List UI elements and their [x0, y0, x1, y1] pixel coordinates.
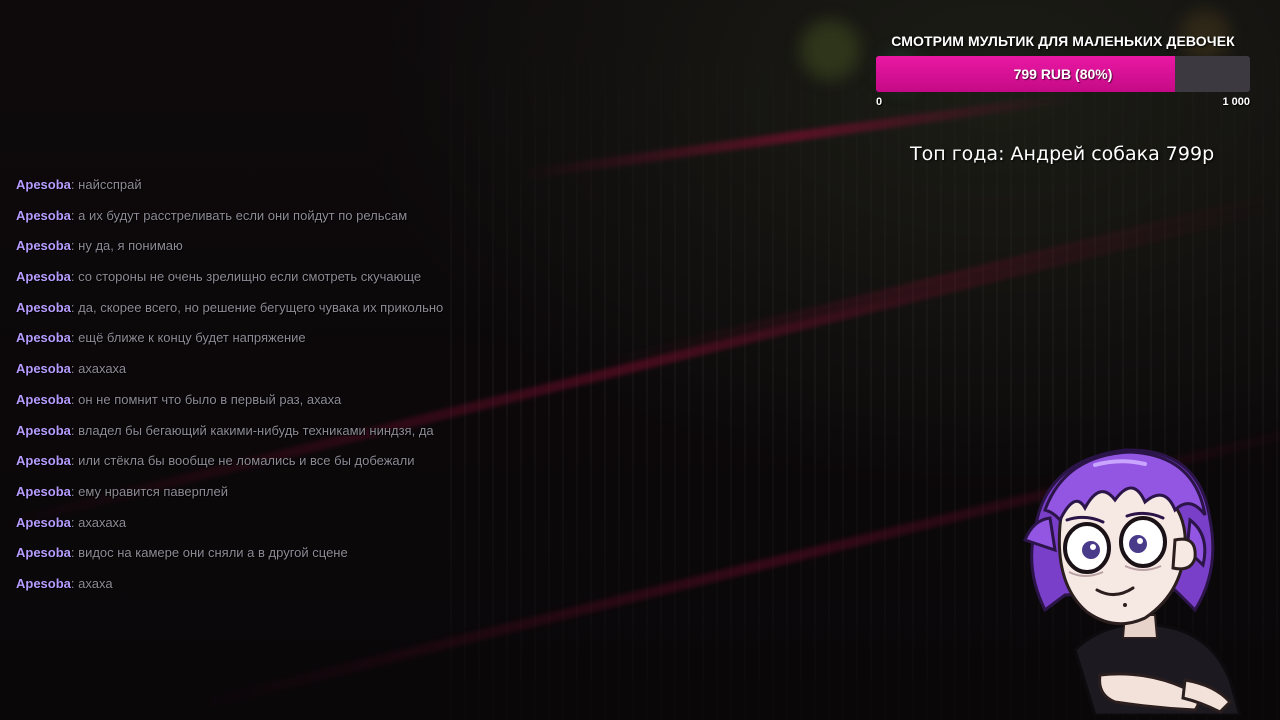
chat-feed: Apesoba: найсспрай Apesoba: а их будут ра…: [16, 174, 556, 604]
chat-message: Apesoba: ему нравится паверплей: [16, 481, 556, 512]
chat-username[interactable]: Apesoba: [16, 177, 71, 192]
chat-message: Apesoba: или стёкла бы вообще не ломалис…: [16, 450, 556, 481]
chat-message: Apesoba: видос на камере они сняли а в д…: [16, 542, 556, 573]
chat-separator: :: [70, 391, 75, 407]
chat-username[interactable]: Apesoba: [16, 361, 71, 376]
chat-username[interactable]: Apesoba: [16, 576, 71, 591]
chat-message-text: найсспрай: [78, 177, 142, 192]
chat-message-text: ему нравится паверплей: [78, 483, 228, 499]
chat-separator: :: [70, 422, 75, 438]
chat-username[interactable]: Apesoba: [16, 484, 71, 499]
chat-separator: :: [70, 483, 75, 499]
chat-message-text: да, скорее всего, но решение бегущего чу…: [78, 299, 444, 315]
chat-separator: :: [70, 177, 75, 192]
chat-message: Apesoba: со стороны не очень зрелищно ес…: [16, 266, 556, 297]
chat-username[interactable]: Apesoba: [16, 515, 71, 530]
chat-message-text: или стёкла бы вообще не ломались и все б…: [78, 453, 415, 469]
chat-message: Apesoba: да, скорее всего, но решение бе…: [16, 297, 556, 328]
chat-separator: :: [70, 545, 75, 561]
chat-separator: :: [70, 269, 75, 285]
goal-title: СМОТРИМ МУЛЬТИК ДЛЯ МАЛЕНЬКИХ ДЕВОЧЕК: [891, 33, 1235, 49]
chat-message-text: ну да, я понимаю: [78, 238, 183, 254]
chat-message: Apesoba: ахаха: [16, 573, 556, 604]
chat-message: Apesoba: ну да, я понимаю: [16, 235, 556, 266]
chat-message-text: он не помнит что было в первый раз, ахах…: [78, 391, 342, 407]
stream-overlay: Apesoba: найсспрай Apesoba: а их будут ра…: [0, 0, 1280, 720]
chat-separator: :: [70, 575, 75, 591]
chat-message-text: ещё ближе к концу будет напряжение: [78, 330, 306, 346]
chat-message-text: ахахаха: [78, 361, 127, 377]
chat-message-text: видос на камере они сняли а в другой сце…: [78, 545, 348, 561]
chat-message: Apesoba: ещё ближе к концу будет напряже…: [16, 327, 556, 358]
chat-username[interactable]: Apesoba: [16, 453, 71, 468]
chat-username[interactable]: Apesoba: [16, 330, 71, 345]
goal-progress-bar: 799 RUB (80%): [876, 56, 1250, 92]
chat-username[interactable]: Apesoba: [16, 392, 71, 407]
chat-separator: :: [70, 453, 75, 469]
chat-username[interactable]: Apesoba: [16, 423, 71, 438]
chat-separator: :: [70, 299, 75, 315]
chat-message: Apesoba: он не помнит что было в первый …: [16, 389, 556, 420]
vtuber-avatar-icon: [1023, 448, 1242, 715]
background-bokeh-light: [800, 20, 860, 80]
chat-message-text: ахахаха: [78, 514, 127, 530]
chat-username[interactable]: Apesoba: [16, 238, 71, 253]
chat-message-text: а их будут расстреливать если они пойдут…: [78, 207, 408, 223]
donation-goal-widget: СМОТРИМ МУЛЬТИК ДЛЯ МАЛЕНЬКИХ ДЕВОЧЕК 79…: [876, 32, 1250, 108]
goal-max-label: 1 000: [1222, 96, 1250, 108]
goal-range: 0 1 000: [876, 96, 1250, 108]
chat-message: Apesoba: ахахаха: [16, 358, 556, 389]
top-donator-text: Топ года: Андрей собака 799р: [910, 143, 1215, 165]
chat-message-text: владел бы бегающий какими-нибудь техника…: [78, 422, 434, 438]
chat-message-text: со стороны не очень зрелищно если смотре…: [78, 269, 422, 285]
chat-separator: :: [70, 238, 75, 254]
chat-message-text: ахаха: [78, 575, 113, 591]
chat-username[interactable]: Apesoba: [16, 300, 71, 315]
chat-separator: :: [70, 514, 75, 530]
goal-min-label: 0: [876, 96, 883, 108]
chat-message: Apesoba: а их будут расстреливать если о…: [16, 205, 556, 236]
chat-username[interactable]: Apesoba: [16, 208, 71, 223]
chat-separator: :: [70, 207, 75, 223]
chat-username[interactable]: Apesoba: [16, 545, 71, 560]
chat-separator: :: [70, 361, 75, 377]
chat-message: Apesoba: ахахаха: [16, 512, 556, 543]
chat-username[interactable]: Apesoba: [16, 269, 71, 284]
chat-message: Apesoba: владел бы бегающий какими-нибуд…: [16, 420, 556, 451]
chat-message: Apesoba: найсспрай: [16, 174, 556, 205]
chat-separator: :: [70, 330, 75, 346]
goal-amount-label: 799 RUB (80%): [1013, 66, 1113, 82]
